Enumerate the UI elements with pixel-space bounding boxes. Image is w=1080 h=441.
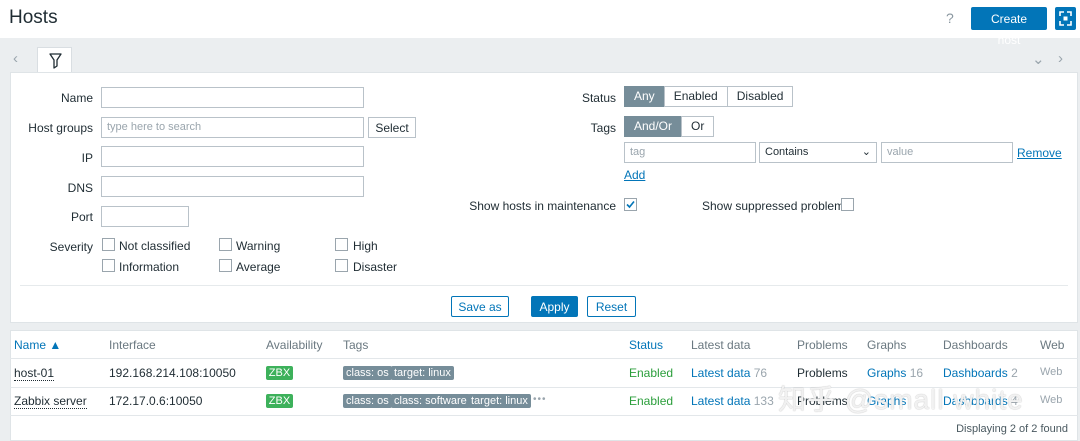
column-header-latest-data: Latest data	[691, 338, 751, 352]
status-disabled-option[interactable]: Disabled	[726, 86, 794, 107]
create-host-button[interactable]: Create host	[971, 7, 1047, 47]
web-link: Web	[1040, 366, 1063, 378]
add-tag-link[interactable]: Add	[624, 168, 645, 182]
severity-information-label: Information	[119, 260, 180, 274]
status-link[interactable]: Enabled	[629, 366, 673, 380]
tags-or-option[interactable]: Or	[681, 116, 715, 137]
show-maintenance-checkbox[interactable]	[624, 198, 637, 211]
severity-average-label: Average	[236, 260, 281, 274]
severity-label: Severity	[49, 240, 93, 254]
table-footer-count: Displaying 2 of 2 found	[956, 423, 1068, 435]
check-icon	[626, 200, 635, 209]
tag-operator-select[interactable]: Contains ⌄	[759, 142, 877, 163]
ip-label: IP	[81, 151, 93, 165]
watermark: 知乎 @small white	[778, 384, 1024, 415]
name-label: Name	[60, 91, 93, 105]
severity-not-classified-label: Not classified	[119, 239, 191, 253]
tag-chip[interactable]: target: linux	[468, 394, 531, 408]
tag-operator-value: Contains	[765, 146, 809, 158]
column-header-problems: Problems	[797, 338, 848, 352]
tags-label: Tags	[590, 121, 616, 135]
dns-label: DNS	[67, 181, 93, 195]
tags-segmented: And/Or Or	[624, 116, 715, 137]
select-button[interactable]: Select	[368, 117, 416, 138]
tags-andor-option[interactable]: And/Or	[624, 116, 683, 137]
status-any-option[interactable]: Any	[624, 86, 665, 107]
column-header-name[interactable]: Name ▲	[14, 338, 61, 352]
severity-average-checkbox[interactable]	[219, 259, 232, 272]
chevron-down-icon[interactable]: ⌄	[1032, 50, 1045, 68]
severity-warning-checkbox[interactable]	[219, 238, 232, 251]
show-maintenance-label: Show hosts in maintenance	[469, 199, 616, 213]
host-name-link[interactable]: host-01	[14, 366, 55, 381]
header-divider	[10, 358, 1078, 359]
severity-warning-label: Warning	[236, 239, 281, 253]
host-groups-input[interactable]: type here to search	[101, 117, 364, 138]
latest-data-count: 76	[753, 366, 768, 380]
severity-high-checkbox[interactable]	[335, 238, 348, 251]
host-interface: 172.17.0.6:10050	[109, 394, 203, 408]
availability-badge: ZBX	[266, 394, 293, 408]
filter-icon	[49, 53, 62, 69]
apply-button[interactable]: Apply	[531, 296, 578, 317]
save-as-button[interactable]: Save as	[451, 296, 509, 317]
page-header	[0, 0, 1080, 38]
column-header-web: Web	[1040, 338, 1065, 352]
chevron-right-icon[interactable]: ›	[1058, 50, 1063, 67]
status-enabled-option[interactable]: Enabled	[663, 86, 728, 107]
status-label: Status	[581, 91, 616, 105]
availability-badge: ZBX	[266, 366, 293, 380]
severity-not-classified-checkbox[interactable]	[102, 238, 115, 251]
latest-data-link[interactable]: Latest data	[691, 394, 750, 408]
severity-disaster-label: Disaster	[353, 260, 398, 274]
column-header-status[interactable]: Status	[629, 338, 663, 352]
severity-disaster-checkbox[interactable]	[335, 259, 348, 272]
chevron-left-icon[interactable]: ‹	[13, 50, 18, 67]
show-suppressed-label: Show suppressed problems	[702, 199, 851, 213]
column-header-availability: Availability	[266, 338, 323, 352]
latest-data-link[interactable]: Latest data	[691, 366, 750, 380]
chevron-down-icon: ⌄	[861, 146, 871, 158]
tag-chip[interactable]: class: os	[343, 366, 392, 380]
reset-button[interactable]: Reset	[587, 296, 636, 317]
page-title: Hosts	[9, 7, 58, 28]
tag-chip[interactable]: class: software	[391, 394, 470, 408]
tag-value-input[interactable]: value	[881, 142, 1013, 163]
severity-information-checkbox[interactable]	[102, 259, 115, 272]
severity-high-label: High	[353, 239, 378, 253]
filter-divider	[20, 285, 1068, 286]
tag-chip[interactable]: class: os	[343, 394, 392, 408]
column-header-dashboards: Dashboards	[943, 338, 1008, 352]
port-label: Port	[70, 210, 93, 224]
host-name-link[interactable]: Zabbix server	[14, 394, 87, 409]
ip-input[interactable]	[101, 146, 364, 167]
tag-chip[interactable]: target: linux	[391, 366, 454, 380]
fullscreen-button[interactable]	[1055, 7, 1076, 30]
host-interface: 192.168.214.108:10050	[109, 366, 236, 380]
port-input[interactable]	[101, 206, 189, 227]
status-link[interactable]: Enabled	[629, 394, 673, 408]
status-segmented: Any Enabled Disabled	[624, 86, 794, 107]
help-icon[interactable]: ?	[946, 10, 954, 26]
name-input[interactable]	[101, 87, 364, 108]
column-header-graphs: Graphs	[867, 338, 907, 352]
host-groups-label: Host groups	[28, 121, 93, 135]
tag-input[interactable]: tag	[624, 142, 756, 163]
dns-input[interactable]	[101, 176, 364, 197]
latest-data-count: 133	[753, 394, 774, 408]
show-suppressed-checkbox[interactable]	[841, 198, 854, 211]
column-header-tags: Tags	[343, 338, 369, 352]
remove-tag-link[interactable]: Remove	[1017, 146, 1062, 160]
web-link: Web	[1040, 394, 1063, 406]
fullscreen-icon	[1059, 11, 1072, 26]
column-header-interface: Interface	[109, 338, 156, 352]
filter-tab[interactable]	[37, 47, 72, 74]
more-tags-button[interactable]: •••	[533, 394, 547, 405]
